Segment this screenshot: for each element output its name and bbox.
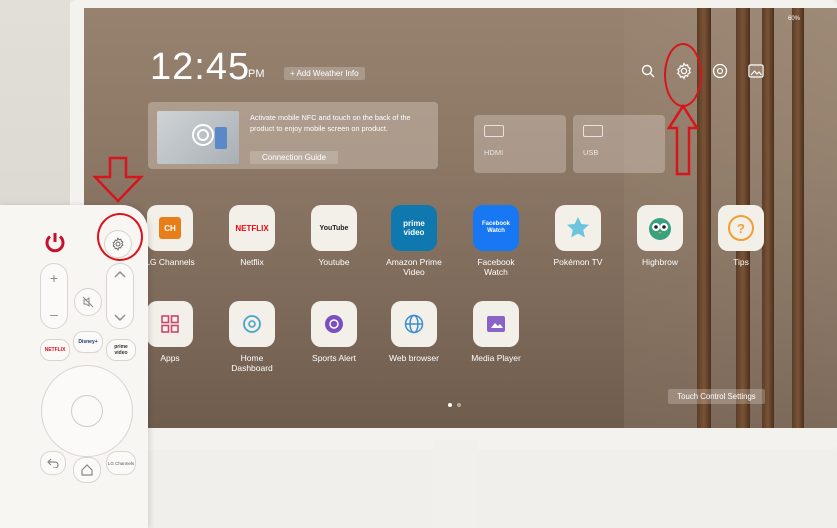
owl-icon <box>649 218 671 240</box>
app-label: Tips <box>733 257 749 267</box>
touch-control-settings-button[interactable]: Touch Control Settings <box>668 389 765 404</box>
tips-icon: ? <box>728 215 754 241</box>
home-icon <box>81 464 93 476</box>
input-hdmi[interactable]: HDMI <box>474 115 566 173</box>
wallpaper-pole <box>792 8 804 428</box>
youtube-icon: YouTube <box>319 224 349 232</box>
globe-icon <box>404 314 424 334</box>
lg-channels-icon: CH <box>159 217 181 239</box>
app-highbrow[interactable]: Highbrow <box>630 205 690 267</box>
settings-highlight-circle <box>664 43 702 107</box>
app-label: Pokémon TV <box>553 257 603 267</box>
minus-icon: – <box>50 306 58 322</box>
app-web-browser[interactable]: Web browser <box>384 301 444 363</box>
power-icon <box>45 233 65 253</box>
app-netflix[interactable]: NETFLIX Netflix <box>222 205 282 267</box>
app-label: Web browser <box>389 353 439 363</box>
home-button[interactable] <box>73 457 101 483</box>
disney-button[interactable]: Disney+ <box>73 331 103 353</box>
clock-ampm: PM <box>248 68 265 80</box>
app-label: Highbrow <box>642 257 678 267</box>
up-arrow-annotation <box>667 104 699 176</box>
media-player-icon <box>487 316 505 332</box>
app-label: Media Player <box>471 353 521 363</box>
app-pokemon-tv[interactable]: Pokémon TV <box>548 205 608 267</box>
power-button[interactable] <box>40 227 70 257</box>
down-arrow-annotation <box>92 156 144 203</box>
lg-channels-button[interactable]: LG Channels <box>106 451 136 475</box>
channel-rocker[interactable] <box>106 263 134 329</box>
app-label: Youtube <box>318 257 350 267</box>
app-sports-alert[interactable]: Sports Alert <box>304 301 364 363</box>
dpad[interactable] <box>41 365 133 457</box>
app-label: Home Dashboard <box>231 353 273 373</box>
back-icon <box>47 458 59 468</box>
input-hdmi-label: HDMI <box>484 148 504 157</box>
input-usb-label: USB <box>583 148 599 157</box>
add-weather-button[interactable]: + Add Weather Info <box>284 67 365 80</box>
clock-time: 12:45 <box>150 46 251 88</box>
ok-button[interactable] <box>71 395 103 427</box>
app-tips[interactable]: ? Tips <box>711 205 771 267</box>
app-lg-channels[interactable]: CH LG Channels <box>140 205 200 267</box>
app-label: Apps <box>160 353 180 363</box>
usb-icon <box>583 125 603 137</box>
netflix-button[interactable]: NETFLIX <box>40 339 70 361</box>
page-dot-active <box>448 403 452 407</box>
app-label: Sports Alert <box>312 353 356 363</box>
app-label: Facebook Watch <box>477 257 515 277</box>
input-usb[interactable]: USB <box>573 115 665 173</box>
connection-guide-button[interactable]: Connection Guide <box>250 151 339 164</box>
nfc-description: Activate mobile NFC and touch on the bac… <box>250 113 411 133</box>
chevron-down-icon <box>114 314 126 321</box>
home-dashboard-icon <box>243 315 261 333</box>
app-apps[interactable]: Apps <box>140 301 200 363</box>
star-icon <box>567 217 589 238</box>
prime-button[interactable]: prime video <box>106 339 136 361</box>
mute-button[interactable] <box>74 288 102 316</box>
plus-icon: + <box>49 270 59 286</box>
chevron-up-icon <box>114 271 126 278</box>
battery-status: 60% <box>788 16 801 22</box>
hdmi-icon <box>484 125 504 137</box>
app-home-dashboard[interactable]: Home Dashboard <box>222 301 282 373</box>
app-label: Netflix <box>240 257 264 267</box>
volume-rocker[interactable]: + – <box>40 263 68 329</box>
nfc-illustration <box>157 111 239 164</box>
search-icon[interactable] <box>637 60 659 82</box>
app-facebook-watch[interactable]: Facebook Watch Facebook Watch <box>466 205 526 277</box>
app-media-player[interactable]: Media Player <box>466 301 526 363</box>
page-dot[interactable] <box>457 403 461 407</box>
facebook-watch-icon: Facebook Watch <box>481 221 510 234</box>
remote-settings-highlight-circle <box>97 213 143 261</box>
account-icon[interactable] <box>709 60 731 82</box>
sports-alert-icon <box>325 315 343 333</box>
back-button[interactable] <box>40 451 66 475</box>
app-label: Amazon Prime Video <box>386 257 442 277</box>
app-label: LG Channels <box>145 257 195 267</box>
netflix-icon: NETFLIX <box>235 223 269 233</box>
apps-grid-icon <box>161 315 179 333</box>
monitor-stand <box>433 440 478 528</box>
mute-icon <box>82 296 94 308</box>
page-indicator <box>448 394 466 412</box>
app-youtube[interactable]: YouTube Youtube <box>304 205 364 267</box>
app-prime-video[interactable]: prime video Amazon Prime Video <box>384 205 444 277</box>
gallery-icon[interactable] <box>745 60 767 82</box>
prime-video-icon: prime video <box>403 219 425 237</box>
